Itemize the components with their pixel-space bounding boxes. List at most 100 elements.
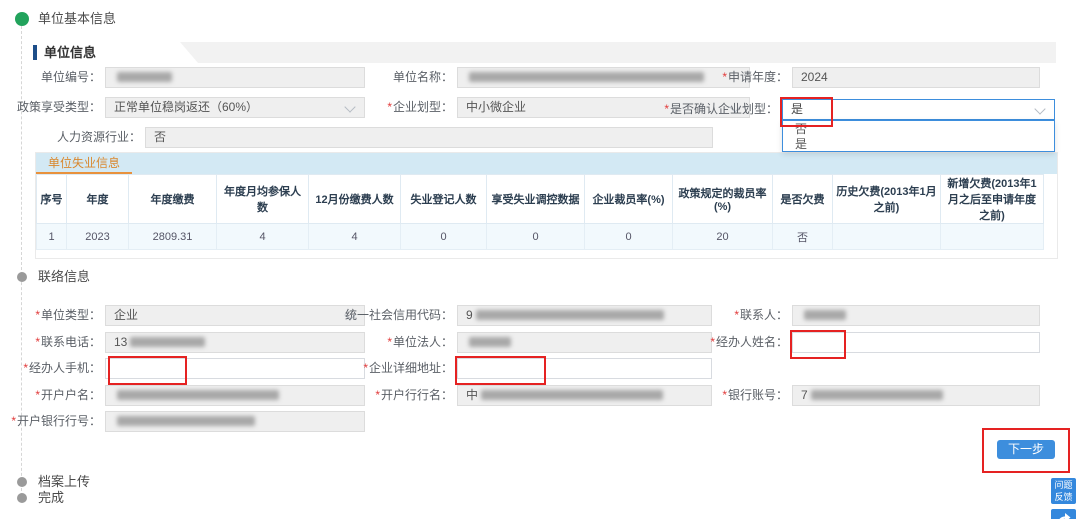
agent-name-label: *经办人姓名： [618,332,788,353]
contact-person-label: *联系人： [618,305,788,326]
hr-industry-value: 否 [146,128,712,147]
agent-mobile-label: *经办人手机： [0,358,101,379]
tab-unit-unemployment-info[interactable]: 单位失业信息 [36,153,132,174]
table-cell: 4 [309,224,401,250]
unit-type-required-asterisk: * [35,308,40,322]
step-dot-unit-basic-info [15,12,29,26]
unit-type-label: *单位类型： [0,305,101,326]
table-column-header: 年度缴费 [129,175,217,224]
table-cell: 0 [487,224,585,250]
enterprise-scale-label: *企业划型： [283,97,453,118]
bank-account-required-asterisk: * [722,388,727,402]
contact-phone-label: *联系电话： [0,332,101,353]
apply-year-input: 2024 [792,67,1040,88]
step-label-unit-basic-info: 单位基本信息 [38,12,116,26]
hr-industry-input: 否 [145,127,713,148]
confirm-enterprise-scale-required-asterisk: * [664,102,669,116]
stable-post-refund-form-page: 单位基本信息联络信息档案上传完成 单位信息 单位编号： 单位名称： *申请年度： 20… [0,0,1080,519]
bank-branch-code-label: *开户银行行号： [0,411,101,432]
table-cell: 0 [585,224,673,250]
contact-person-masked-value [804,310,846,320]
next-step-button[interactable]: 下一步 [997,440,1055,459]
confirm-enterprise-scale-dropdown: 否是 [782,120,1055,152]
unit-info-panel-header: 单位信息 [30,42,1056,63]
table-column-header: 是否欠费 [773,175,833,224]
step-dot-contact-info [17,272,27,282]
table-row: 120232809.314400020否 [37,224,1044,250]
bank-branch-code-input [105,411,365,432]
apply-year-label: *申请年度： [618,67,788,88]
agent-name-required-asterisk: * [710,335,715,349]
unit-info-panel-title: 单位信息 [44,42,96,63]
bank-branch-code-masked-value [117,416,255,426]
bank-account-masked-value [811,390,943,400]
feedback-button[interactable]: 问题反馈 [1051,478,1076,504]
table-cell [833,224,941,250]
table-column-header: 年度 [67,175,129,224]
bank-branch-code-required-asterisk: * [11,414,16,428]
table-column-header: 12月份缴费人数 [309,175,401,224]
contact-person-required-asterisk: * [734,308,739,322]
table-cell: 2023 [67,224,129,250]
unit-unemployment-table-panel: 单位失业信息 序号年度年度缴费年度月均参保人数12月份缴费人数失业登记人数享受失… [35,152,1058,259]
confirm-enterprise-scale-option-0[interactable]: 否 [783,122,1054,137]
share-arrow-icon [1056,511,1072,519]
bank-name-label: *开户行行名： [283,385,453,406]
unit-code-label: 单位编号： [0,67,101,88]
unit-code-masked-value [117,72,172,82]
confirm-enterprise-scale-value: 是 [783,100,1054,119]
apply-year-value: 2024 [793,68,1039,87]
legal-person-masked-value [469,337,511,347]
unit-name-label: 单位名称： [283,67,453,88]
agent-mobile-required-asterisk: * [23,361,28,375]
company-address-required-asterisk: * [363,361,368,375]
table-tab-strip: 单位失业信息 [36,153,1057,174]
table-column-header: 失业登记人数 [401,175,487,224]
bank-branch-code-value [106,412,364,431]
table-cell: 1 [37,224,67,250]
table-cell: 否 [773,224,833,250]
company-address-label: *企业详细地址： [283,358,453,379]
account-name-required-asterisk: * [35,388,40,402]
table-column-header: 享受失业调控数据 [487,175,585,224]
step-label-finish: 完成 [38,491,64,505]
confirm-enterprise-scale-select[interactable]: 是 [782,99,1055,120]
confirm-enterprise-scale-option-1[interactable]: 是 [783,137,1054,152]
step-dot-file-upload [17,477,27,487]
section-marker-bar [33,45,37,60]
hr-industry-label: 人力资源行业： [0,127,141,148]
bank-name-required-asterisk: * [375,388,380,402]
back-link-button[interactable] [1051,509,1076,519]
confirm-enterprise-scale-label: *是否确认企业划型： [608,99,778,120]
enterprise-scale-required-asterisk: * [387,100,392,114]
table-column-header: 年度月均参保人数 [217,175,309,224]
account-name-masked-value [117,390,279,400]
policy-type-label: 政策享受类型： [0,97,101,118]
credit-code-label: 统一社会信用代码： [283,305,453,326]
bank-account-input: 7 [792,385,1040,406]
table-cell: 20 [673,224,773,250]
table-column-header: 序号 [37,175,67,224]
contact-phone-masked-value [130,337,205,347]
step-label-contact-info: 联络信息 [38,270,90,284]
table-cell [941,224,1044,250]
contact-phone-required-asterisk: * [35,335,40,349]
legal-person-required-asterisk: * [387,335,392,349]
apply-year-required-asterisk: * [722,70,727,84]
agent-name-input[interactable] [792,332,1040,353]
step-label-file-upload: 档案上传 [38,475,90,489]
bank-account-label: *银行账号： [618,385,788,406]
table-column-header: 政策规定的裁员率(%) [673,175,773,224]
table-column-header: 企业裁员率(%) [585,175,673,224]
table-cell: 4 [217,224,309,250]
legal-person-label: *单位法人： [283,332,453,353]
step-dot-finish [17,493,27,503]
company-address-input[interactable] [457,358,712,379]
contact-person-value [793,306,1039,325]
account-name-label: *开户户名： [0,385,101,406]
table-cell: 2809.31 [129,224,217,250]
table-cell: 0 [401,224,487,250]
table-column-header: 历史欠费(2013年1月之前) [833,175,941,224]
table-column-header: 新增欠费(2013年1月之后至申请年度之前) [941,175,1044,224]
contact-person-input [792,305,1040,326]
